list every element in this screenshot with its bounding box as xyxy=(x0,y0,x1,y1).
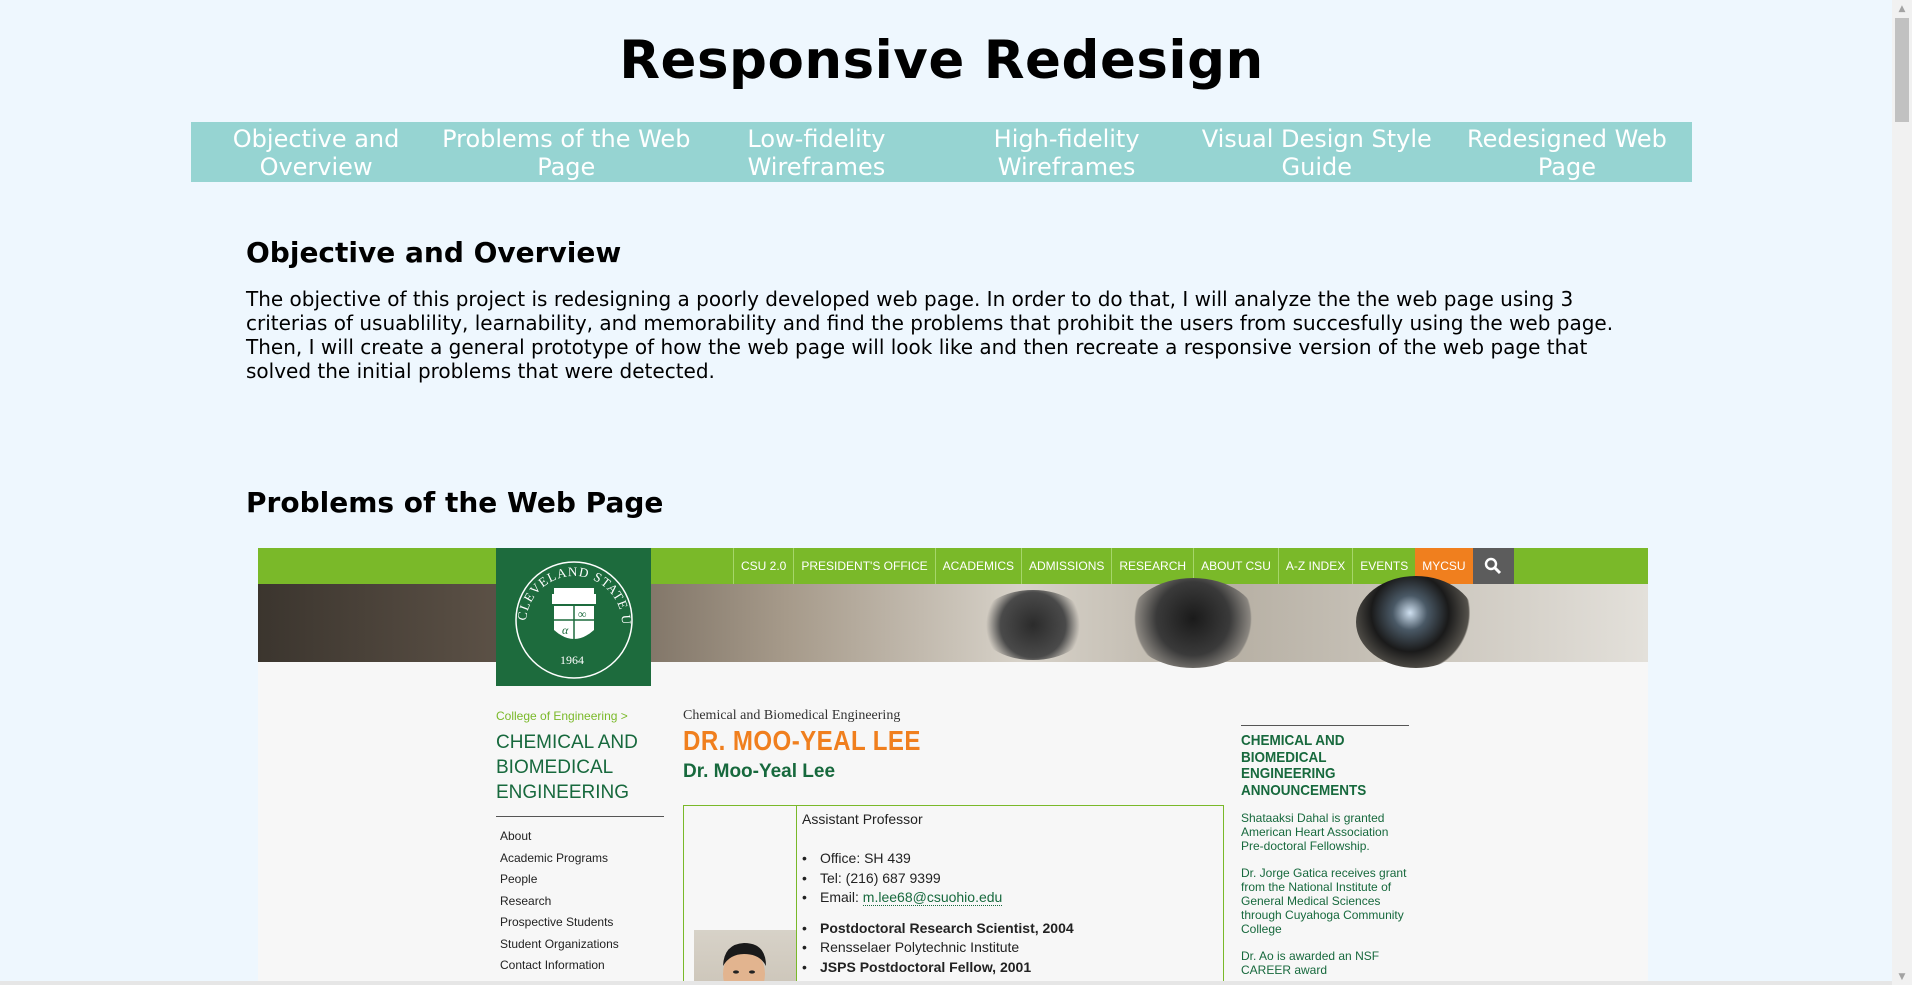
nav-problems[interactable]: Problems of the Web Page xyxy=(441,122,691,182)
screenshot-sidebar: About Academic Programs People Research … xyxy=(500,826,619,985)
profile-name: DR. MOO-YEAL LEE xyxy=(683,725,921,756)
sidebar-item: About xyxy=(500,829,532,843)
vertical-scrollbar[interactable]: ▲ ▼ xyxy=(1892,0,1912,985)
announcements-heading: CHEMICAL AND BIOMEDICAL ENGINEERING ANNO… xyxy=(1241,732,1367,799)
divider xyxy=(796,806,797,985)
profile-tel: Tel: (216) 687 9399 xyxy=(802,869,1074,889)
sidebar-item: Contact Information xyxy=(500,958,605,972)
objective-heading: Objective and Overview xyxy=(246,236,622,269)
screenshot-nav-link: ACADEMICS xyxy=(934,548,1021,584)
profile-details: Office: SH 439 Tel: (216) 687 9399 Email… xyxy=(802,849,1074,977)
page-title: Responsive Redesign xyxy=(619,30,1264,91)
scroll-up-icon[interactable]: ▲ xyxy=(1892,0,1912,17)
divider xyxy=(496,816,664,817)
objective-paragraph: The objective of this project is redesig… xyxy=(246,287,1614,383)
horizontal-scrollbar[interactable] xyxy=(0,981,1892,985)
sidebar-item: Student Organizations xyxy=(500,936,619,951)
svg-text:1964: 1964 xyxy=(560,653,584,667)
search-icon xyxy=(1472,548,1514,584)
announcement-item: Shataaksi Dahal is granted American Hear… xyxy=(1241,811,1389,853)
divider xyxy=(1241,725,1409,726)
profile-email-row: Email: m.lee68@csuohio.edu xyxy=(802,888,1074,908)
nav-high-fidelity[interactable]: High-fidelity Wireframes xyxy=(942,122,1192,182)
profile-photo xyxy=(694,930,796,985)
profile-office: Office: SH 439 xyxy=(802,849,1074,869)
profile-card: Assistant Professor Office: SH 439 Tel: … xyxy=(683,805,1224,985)
sidebar-item: Academic Programs xyxy=(500,850,609,865)
nav-style-guide[interactable]: Visual Design Style Guide xyxy=(1192,122,1442,182)
screenshot-nav-link: A-Z INDEX xyxy=(1277,548,1352,584)
nav-low-fidelity[interactable]: Low-fidelity Wireframes xyxy=(691,122,941,182)
sidebar-item: Research xyxy=(500,893,552,908)
profile-history-item: JSPS Postdoctoral Fellow, 2001 xyxy=(802,958,1074,978)
section-nav: Objective and Overview Problems of the W… xyxy=(191,122,1692,182)
announcement-item: Dr. Jorge Gatica receives grant from the… xyxy=(1241,866,1407,936)
sidebar-item: People xyxy=(500,872,538,886)
announcements-list: Shataaksi Dahal is granted American Hear… xyxy=(1241,811,1411,985)
svg-text:∞: ∞ xyxy=(578,607,587,621)
profile-history-item: Rensselaer Polytechnic Institute xyxy=(802,938,1074,958)
screenshot-nav-link: CSU 2.0 xyxy=(733,548,793,584)
screenshot-nav-link: PRESIDENT'S OFFICE xyxy=(793,548,934,584)
nav-redesigned-page[interactable]: Redesigned Web Page xyxy=(1442,122,1692,182)
department-title: CHEMICAL AND BIOMEDICAL ENGINEERING xyxy=(496,732,638,803)
profile-department: Chemical and Biomedical Engineering xyxy=(683,708,901,723)
sidebar-item: Prospective Students xyxy=(500,915,614,929)
profile-subname: Dr. Moo-Yeal Lee xyxy=(683,761,836,782)
breadcrumb: College of Engineering > xyxy=(496,709,628,723)
svg-text:α: α xyxy=(562,623,569,637)
screenshot-banner-image xyxy=(258,576,1648,668)
profile-email-label: Email: xyxy=(820,889,863,905)
profile-email-link: m.lee68@csuohio.edu xyxy=(862,889,1003,906)
announcement-item: Dr. Ao is awarded an NSF CAREER award xyxy=(1241,949,1380,977)
nav-objective-overview[interactable]: Objective and Overview xyxy=(191,122,441,182)
screenshot-nav-link: ADMISSIONS xyxy=(1021,548,1111,584)
university-seal-logo: CLEVELAND STATE UNIVERSITY α ∞ 1964 xyxy=(496,548,651,686)
profile-role: Assistant Professor xyxy=(802,811,923,827)
original-webpage-screenshot: CSU 2.0 PRESIDENT'S OFFICE ACADEMICS ADM… xyxy=(258,548,1648,985)
problems-heading: Problems of the Web Page xyxy=(246,486,664,519)
scrollbar-thumb[interactable] xyxy=(1895,18,1909,122)
scroll-down-icon[interactable]: ▼ xyxy=(1892,968,1912,985)
profile-history-item: Postdoctoral Research Scientist, 2004 xyxy=(802,919,1074,939)
